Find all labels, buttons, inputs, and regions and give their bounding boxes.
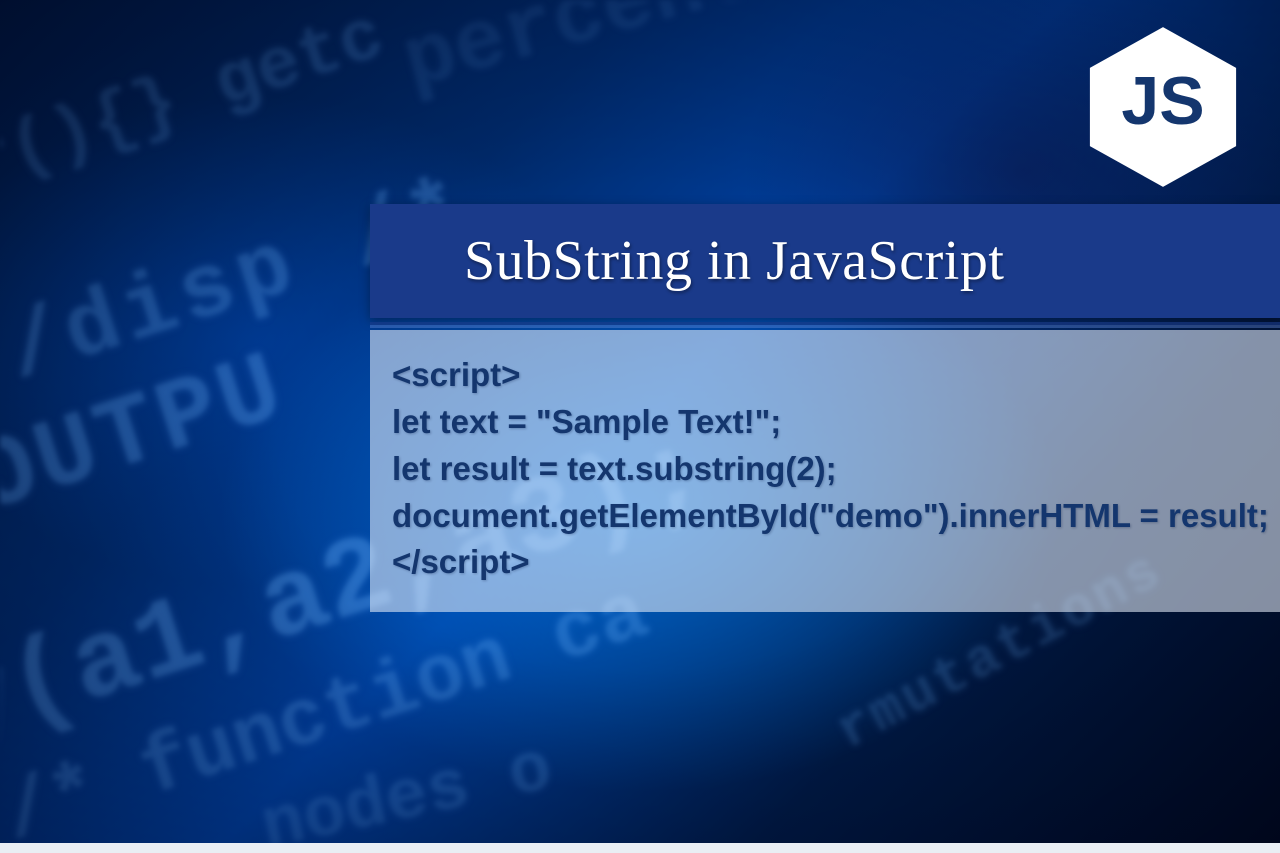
code-line: let text = "Sample Text!"; <box>392 399 1258 446</box>
code-line: </script> <box>392 539 1258 586</box>
title-bar: SubString in JavaScript <box>370 204 1280 318</box>
code-line: document.getElementById("demo").innerHTM… <box>392 493 1258 540</box>
js-hexagon-logo: JS <box>1078 22 1248 192</box>
code-panel: <script> let text = "Sample Text!"; let … <box>370 330 1280 612</box>
code-line: <script> <box>392 352 1258 399</box>
code-line: let result = text.substring(2); <box>392 446 1258 493</box>
bottom-border <box>0 843 1280 853</box>
title-divider <box>370 322 1280 328</box>
page-title: SubString in JavaScript <box>464 229 1004 293</box>
logo-text: JS <box>1121 63 1204 139</box>
